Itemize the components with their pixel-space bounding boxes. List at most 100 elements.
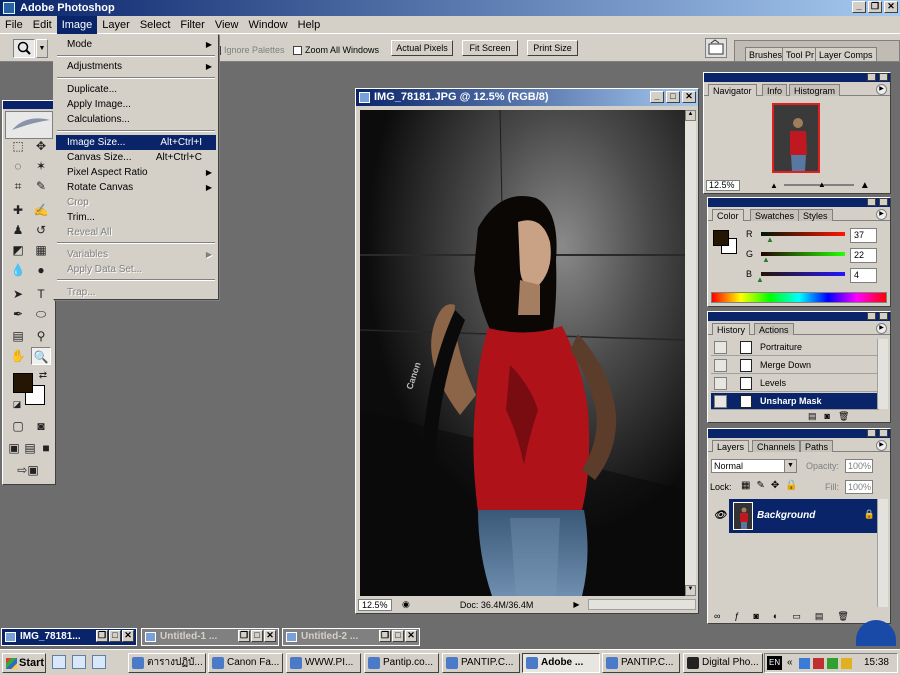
restore-button[interactable]: ❐ <box>868 1 882 13</box>
document-vertical-scrollbar[interactable]: ▲ ▼ <box>685 110 696 596</box>
tray-utility-icon[interactable] <box>841 658 852 669</box>
history-brush-tool-icon[interactable]: ↺ <box>31 221 51 239</box>
link-layers-icon[interactable]: ∞ <box>714 611 720 622</box>
tab-swatches[interactable]: Swatches <box>750 209 800 221</box>
palette-menu-icon[interactable]: ▶ <box>876 209 887 220</box>
menu-item-calculations[interactable]: Calculations... <box>56 112 216 127</box>
maximize-button[interactable]: □ <box>251 630 263 642</box>
restore-button[interactable]: ❐ <box>238 630 250 642</box>
menu-item-pixel-aspect-ratio[interactable]: Pixel Aspect Ratio ▶ <box>56 165 216 180</box>
actual-pixels-button[interactable]: Actual Pixels <box>391 40 453 56</box>
menu-item-image-size[interactable]: Image Size... Alt+Ctrl+I <box>56 135 216 150</box>
layer-visibility-eye-icon[interactable]: 👁 <box>711 499 729 533</box>
menu-edit[interactable]: Edit <box>28 16 57 34</box>
history-item[interactable]: Levels <box>711 375 879 392</box>
menu-filter[interactable]: Filter <box>175 16 209 34</box>
brush-tool-icon[interactable]: ✍ <box>31 201 51 219</box>
tab-info[interactable]: Info <box>762 84 788 96</box>
well-tab-tool-presets[interactable]: Tool Pr <box>782 47 819 61</box>
full-screen-mode-icon[interactable]: ■ <box>38 439 54 457</box>
new-group-icon[interactable]: ▭ <box>792 611 801 622</box>
eyedropper-tool-icon[interactable]: ⚲ <box>31 327 51 345</box>
menu-file[interactable]: File <box>0 16 28 34</box>
taskbar-task[interactable]: PANTIP.C... <box>602 653 680 673</box>
doc-minimize-button[interactable]: _ <box>650 91 664 103</box>
scroll-up-icon[interactable]: ▲ <box>685 110 696 121</box>
fill-field[interactable]: 100% <box>845 480 873 494</box>
doc-maximize-button[interactable]: □ <box>666 91 680 103</box>
menu-item-mode[interactable]: Mode ▶ <box>56 37 216 52</box>
taskbar-task[interactable]: Canon Fa... <box>208 653 283 673</box>
menu-item-apply-image[interactable]: Apply Image... <box>56 97 216 112</box>
full-screen-menu-mode-icon[interactable]: ▤ <box>22 439 38 457</box>
fit-screen-button[interactable]: Fit Screen <box>462 40 518 56</box>
blue-slider-thumb-icon[interactable]: ▲ <box>756 275 764 284</box>
language-indicator[interactable]: EN <box>767 656 783 670</box>
blue-slider[interactable] <box>761 272 845 276</box>
chevron-down-icon[interactable]: ▼ <box>784 460 796 472</box>
color-foreground-swatch[interactable] <box>713 230 729 246</box>
well-tab-brushes[interactable]: Brushes <box>745 47 787 61</box>
close-button[interactable]: ✕ <box>122 630 134 642</box>
standard-screen-mode-icon[interactable]: ▣ <box>6 439 22 457</box>
palette-close-button[interactable] <box>879 73 888 81</box>
restore-button[interactable]: ❐ <box>96 630 108 642</box>
tool-preset-dropdown[interactable]: ▼ <box>36 39 48 58</box>
menu-image[interactable]: Image <box>56 15 98 34</box>
tab-actions[interactable]: Actions <box>754 323 794 335</box>
start-button[interactable]: Start <box>2 653 46 673</box>
palette-minimize-button[interactable] <box>867 198 876 206</box>
menu-item-rotate-canvas[interactable]: Rotate Canvas ▶ <box>56 180 216 195</box>
tab-navigator[interactable]: Navigator <box>708 84 757 96</box>
zoom-in-icon[interactable]: ▲ <box>860 180 870 191</box>
layers-scrollbar[interactable] <box>877 499 888 607</box>
adobe-feather-icon[interactable] <box>5 111 53 139</box>
lock-transparency-icon[interactable]: ▦ <box>741 480 750 491</box>
menu-help[interactable]: Help <box>293 16 326 34</box>
color-spectrum-ramp[interactable] <box>711 292 887 303</box>
default-colors-icon[interactable]: ◪ <box>7 395 27 413</box>
quicklaunch-ie-icon[interactable] <box>52 655 66 669</box>
lock-pixels-icon[interactable]: ✎ <box>756 480 764 491</box>
opacity-field[interactable]: 100% <box>845 459 873 473</box>
close-button[interactable]: ✕ <box>264 630 276 642</box>
taskbar-task-active[interactable]: Adobe ... <box>522 653 600 673</box>
history-item[interactable]: Portraiture <box>711 339 879 356</box>
history-item[interactable]: Merge Down <box>711 357 879 374</box>
palette-menu-icon[interactable]: ▶ <box>876 84 887 95</box>
document-horizontal-scrollbar[interactable] <box>587 599 696 610</box>
scroll-down-icon[interactable]: ▼ <box>685 585 696 596</box>
new-document-from-state-icon[interactable]: ▤ <box>808 411 817 422</box>
document-title-bar[interactable]: IMG_78181.JPG @ 12.5% (RGB/8) _ □ ✕ <box>356 89 698 106</box>
tray-expand-icon[interactable]: « <box>787 654 793 672</box>
new-layer-icon[interactable]: ▤ <box>815 611 824 622</box>
print-size-button[interactable]: Print Size <box>527 40 578 56</box>
pen-tool-icon[interactable]: ✒ <box>8 305 28 323</box>
dodge-tool-icon[interactable]: ● <box>31 261 51 279</box>
document-zoom-field[interactable]: 12.5% <box>358 598 392 611</box>
foreground-color-swatch[interactable] <box>13 373 33 393</box>
palette-minimize-button[interactable] <box>867 73 876 81</box>
palette-minimize-button[interactable] <box>867 429 876 437</box>
palette-menu-icon[interactable]: ▶ <box>876 440 887 451</box>
status-arrow-icon[interactable]: ▶ <box>573 600 579 609</box>
history-scrollbar[interactable] <box>877 339 888 409</box>
delete-state-icon[interactable]: 🗑 <box>838 411 849 422</box>
standard-mode-icon[interactable]: ▢ <box>8 417 28 435</box>
close-button[interactable]: ✕ <box>405 630 417 642</box>
quicklaunch-calculator-icon[interactable] <box>72 655 86 669</box>
menu-item-trim[interactable]: Trim... <box>56 210 216 225</box>
tab-color[interactable]: Color <box>712 209 744 221</box>
menu-item-duplicate[interactable]: Duplicate... <box>56 82 216 97</box>
history-item-selected[interactable]: Unsharp Mask <box>711 393 879 410</box>
taskbar-task[interactable]: Pantip.co... <box>364 653 439 673</box>
tab-histogram[interactable]: Histogram <box>789 84 841 96</box>
doc-close-button[interactable]: ✕ <box>682 91 696 103</box>
layers-title-bar[interactable] <box>708 429 890 438</box>
marquee-tool-icon[interactable]: ⬚ <box>8 137 28 155</box>
eraser-tool-icon[interactable]: ◩ <box>8 241 28 259</box>
close-button[interactable]: ✕ <box>884 1 898 13</box>
menu-item-canvas-size[interactable]: Canvas Size... Alt+Ctrl+C <box>56 150 216 165</box>
zoom-tool-icon[interactable]: 🔍 <box>31 347 51 365</box>
shape-tool-icon[interactable]: ⬭ <box>31 305 51 323</box>
